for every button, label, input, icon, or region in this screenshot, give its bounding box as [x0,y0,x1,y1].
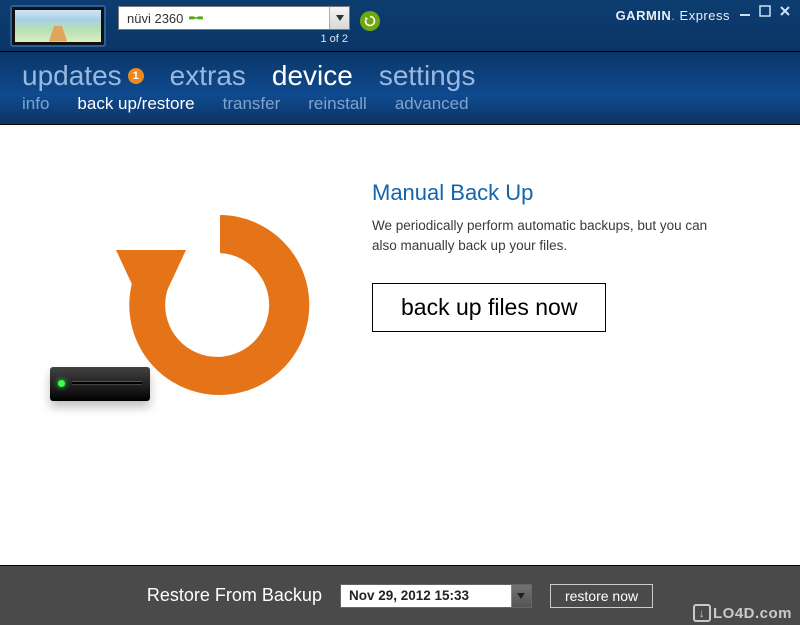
backup-graphic [50,165,350,445]
navigation: updates 1 extras device settings info ba… [0,52,800,125]
restore-now-button[interactable]: restore now [550,584,653,608]
close-button[interactable] [778,4,792,18]
tab-settings[interactable]: settings [379,60,476,92]
tab-extras[interactable]: extras [170,60,246,92]
restore-date-value: Nov 29, 2012 15:33 [341,588,511,603]
minimize-button[interactable] [738,4,752,18]
maximize-button[interactable] [758,4,772,18]
restore-date-selector[interactable]: Nov 29, 2012 15:33 [340,584,532,608]
main-content: Manual Back Up We periodically perform a… [0,125,800,565]
backup-description: We periodically perform automatic backup… [372,216,712,255]
subtab-info[interactable]: info [22,94,49,114]
updates-badge: 1 [128,68,144,84]
subtab-reinstall[interactable]: reinstall [308,94,367,114]
brand-logo: GARMIN. Express [616,8,730,23]
tab-device[interactable]: device [272,60,353,92]
device-dropdown-button[interactable] [329,7,349,29]
restore-dropdown-button[interactable] [511,585,531,607]
restore-label: Restore From Backup [147,585,322,606]
device-thumbnail[interactable] [10,5,106,47]
footer: Restore From Backup Nov 29, 2012 15:33 r… [0,565,800,625]
backup-title: Manual Back Up [372,180,760,206]
backup-now-button[interactable]: back up files now [372,283,606,332]
subtab-transfer[interactable]: transfer [223,94,281,114]
connected-icon [189,14,203,22]
device-selector[interactable]: nüvi 2360 [118,6,350,30]
refresh-icon[interactable] [360,11,380,31]
disk-icon [50,367,150,401]
device-name-text: nüvi 2360 [127,11,183,26]
watermark: ↓ LO4D.com [693,604,792,622]
download-icon: ↓ [693,604,711,622]
subtab-backup-restore[interactable]: back up/restore [77,94,194,114]
device-count-text: 1 of 2 [320,33,348,45]
tab-updates[interactable]: updates 1 [22,60,144,92]
tab-label: updates [22,60,122,92]
title-bar: nüvi 2360 1 of 2 GARMIN. Express [0,0,800,52]
subtab-advanced[interactable]: advanced [395,94,469,114]
